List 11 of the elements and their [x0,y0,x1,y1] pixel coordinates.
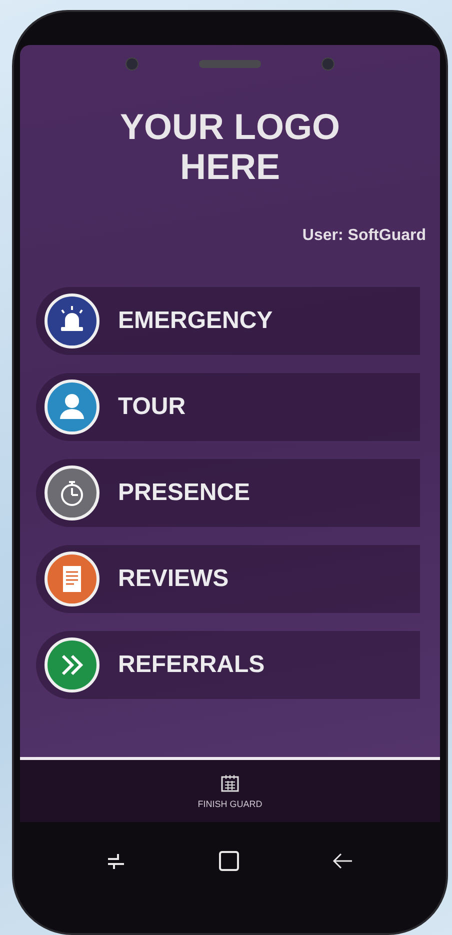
calendar-icon [220,773,240,793]
menu-item[interactable]: TOUR [36,373,420,441]
home-square-icon [217,849,241,873]
menu-item[interactable]: PRESENCE [36,459,420,527]
menu-item[interactable]: REVIEWS [36,545,420,613]
user-label: User: SoftGuard [302,227,426,245]
menu-item[interactable]: EMERGENCY [36,287,420,355]
speaker-grille [199,60,261,68]
finish-guard-button[interactable]: FINISH GUARD [190,769,270,813]
logo-placeholder-text: YOUR LOGO HERE [118,107,341,187]
menu-item[interactable]: REFERRALS [36,631,420,699]
